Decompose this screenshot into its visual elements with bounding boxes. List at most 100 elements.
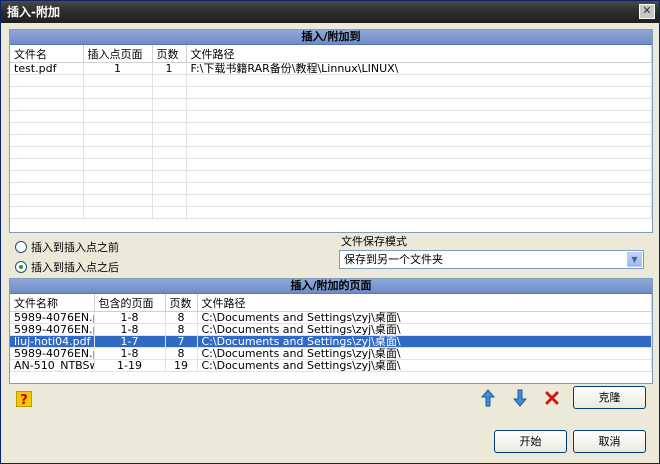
col-source-filename[interactable]: 文件名称 — [10, 294, 95, 312]
window-title: 插入-附加 — [7, 5, 60, 19]
empty-cell — [152, 122, 187, 135]
clone-label: 克隆 — [598, 391, 621, 404]
empty-cell — [83, 170, 153, 183]
empty-cell — [152, 134, 187, 147]
empty-cell — [152, 98, 187, 111]
empty-cell — [83, 134, 153, 147]
source-table-row[interactable]: AN-510_NTBSw 1-19 19 C:\Documents and Setti… — [10, 359, 652, 372]
target-table-row[interactable]: test.pdf 1 1 F:\下载书籍RAR备份\教程\Linnux\LINUX\ — [10, 62, 652, 75]
cell-filename: test.pdf — [10, 62, 84, 75]
save-mode-select[interactable]: 保存到另一个文件夹 ▼ — [339, 250, 644, 269]
start-button[interactable]: 开始 — [494, 430, 567, 453]
empty-cell — [152, 206, 187, 219]
radio-after-button[interactable] — [15, 261, 27, 273]
cell-source-range: 1-19 — [94, 359, 166, 372]
clone-button[interactable]: 克隆 — [573, 386, 646, 409]
cell-source-path: C:\Documents and Settings\zyj\桌面\ — [197, 323, 652, 336]
col-pages[interactable]: 页数 — [152, 45, 187, 63]
cell-source-path: C:\Documents and Settings\zyj\桌面\ — [197, 347, 652, 360]
target-table: 文件名 插入点页面 页数 文件路径 test.pdf 1 1 F:\下载书籍RAR备份… — [10, 45, 652, 219]
cancel-button[interactable]: 取消 — [573, 430, 646, 453]
radio-after-label: 插入到插入点之后 — [31, 261, 119, 274]
radio-before-button[interactable] — [15, 241, 27, 253]
empty-cell — [186, 158, 652, 171]
help-button[interactable]: ? — [15, 390, 33, 408]
col-filename[interactable]: 文件名 — [10, 45, 84, 63]
empty-cell — [186, 98, 652, 111]
close-icon: ✕ — [642, 4, 652, 17]
empty-cell — [10, 110, 84, 123]
source-panel: 插入/附加的页面 文件名称 包含的页面 页数 文件路径 5989-4076EN.… — [9, 278, 653, 384]
cell-source-pages: 8 — [165, 311, 198, 324]
empty-cell — [83, 86, 153, 99]
delete-button[interactable] — [543, 389, 561, 407]
save-mode-label: 文件保存模式 — [341, 235, 407, 248]
col-insert-page[interactable]: 插入点页面 — [83, 45, 153, 63]
col-path[interactable]: 文件路径 — [186, 45, 652, 63]
cell-source-pages: 8 — [165, 323, 198, 336]
cell-source-range: 1-7 — [94, 335, 166, 348]
arrow-down-icon — [512, 389, 528, 407]
move-down-button[interactable] — [511, 389, 529, 407]
svg-text:?: ? — [20, 393, 28, 407]
target-table-empty-row — [10, 74, 652, 87]
empty-cell — [10, 134, 84, 147]
target-table-empty-row — [10, 98, 652, 111]
empty-cell — [10, 158, 84, 171]
empty-cell — [186, 110, 652, 123]
cell-insert-page: 1 — [83, 62, 153, 75]
chevron-down-icon[interactable]: ▼ — [627, 252, 642, 267]
cell-source-filename: AN-510_NTBSw — [10, 359, 95, 372]
empty-cell — [83, 206, 153, 219]
empty-cell — [186, 134, 652, 147]
target-table-empty-row — [10, 146, 652, 159]
empty-cell — [10, 74, 84, 87]
cell-source-filename: 5989-4076EN.pdf — [10, 347, 95, 360]
empty-cell — [152, 74, 187, 87]
empty-cell — [152, 194, 187, 207]
help-icon: ? — [16, 391, 32, 407]
cell-source-path: C:\Documents and Settings\zyj\桌面\ — [197, 335, 652, 348]
title-bar[interactable]: 插入-附加 ✕ — [1, 1, 659, 23]
cell-source-range: 1-8 — [94, 323, 166, 336]
empty-cell — [152, 158, 187, 171]
source-table-row[interactable]: 5989-4076EN.pdf1-88C:\Documents and Sett… — [10, 311, 652, 324]
cell-source-filename: liuj-hoti04.pdf — [10, 335, 95, 348]
source-table-row[interactable]: 5989-4076EN.pdf1-88C:\Documents and Sett… — [10, 347, 652, 360]
save-mode-value: 保存到另一个文件夹 — [344, 253, 443, 266]
close-button[interactable]: ✕ — [639, 4, 655, 19]
col-source-range[interactable]: 包含的页面 — [94, 294, 166, 312]
source-table-row[interactable]: liuj-hoti04.pdf 1-7 7 C:\Documents and Sett… — [10, 335, 652, 348]
col-source-pages[interactable]: 页数 — [165, 294, 198, 312]
source-table-row[interactable]: 5989-4076EN.pdf1-88C:\Documents and Sett… — [10, 323, 652, 336]
empty-cell — [83, 110, 153, 123]
target-panel-header: 插入/附加到 — [10, 30, 652, 45]
start-label: 开始 — [519, 435, 542, 448]
target-table-empty-row — [10, 170, 652, 183]
cell-path: F:\下载书籍RAR备份\教程\Linnux\LINUX\ — [186, 62, 652, 75]
empty-cell — [10, 170, 84, 183]
empty-cell — [186, 86, 652, 99]
col-source-path[interactable]: 文件路径 — [197, 294, 652, 312]
cancel-label: 取消 — [598, 435, 621, 448]
empty-cell — [152, 182, 187, 195]
empty-cell — [152, 86, 187, 99]
radio-before[interactable]: 插入到插入点之前 — [15, 239, 119, 255]
empty-cell — [83, 182, 153, 195]
cell-source-filename: 5989-4076EN.pdf — [10, 311, 95, 324]
move-up-button[interactable] — [479, 389, 497, 407]
empty-cell — [10, 146, 84, 159]
empty-cell — [83, 194, 153, 207]
empty-cell — [186, 74, 652, 87]
radio-after[interactable]: 插入到插入点之后 — [15, 259, 119, 275]
empty-cell — [10, 98, 84, 111]
cell-source-pages: 8 — [165, 347, 198, 360]
empty-cell — [186, 182, 652, 195]
delete-icon — [545, 391, 559, 405]
empty-cell — [186, 206, 652, 219]
target-table-empty-row — [10, 182, 652, 195]
cell-source-path: C:\Documents and Settings\zyj\桌面\ — [197, 311, 652, 324]
empty-cell — [152, 146, 187, 159]
dialog-window: 插入-附加 ✕ 插入/附加到 文件名 插入点页面 页数 文件路径 test.pd… — [0, 0, 660, 464]
cell-source-filename: 5989-4076EN.pdf — [10, 323, 95, 336]
